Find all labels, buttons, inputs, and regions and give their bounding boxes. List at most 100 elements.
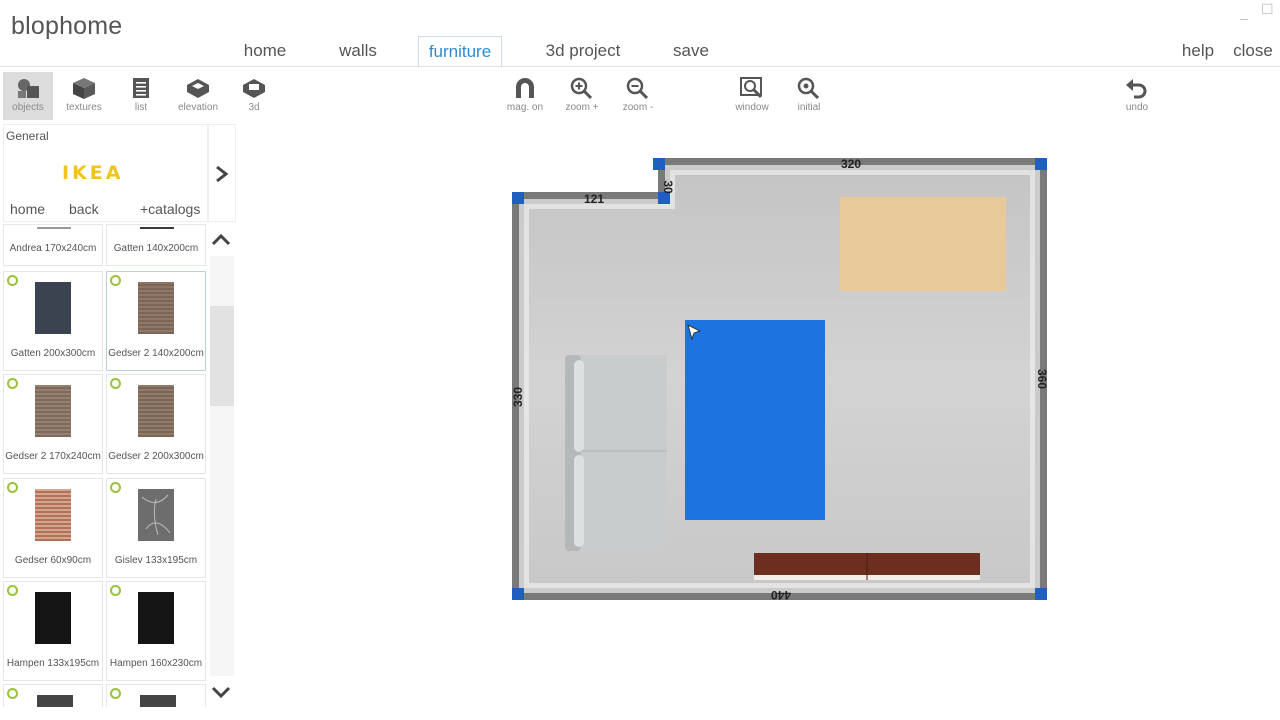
chevron-right-icon	[216, 165, 229, 183]
textures-label: textures	[66, 102, 102, 113]
item-thumbnail	[140, 695, 176, 707]
zoom-initial-icon	[797, 77, 820, 100]
undo-label: undo	[1125, 102, 1149, 113]
catalog-item[interactable]: Gatten 140x200cm	[106, 224, 206, 266]
zoom-window-icon	[740, 77, 763, 99]
objects-button[interactable]: objects	[3, 72, 53, 120]
objects-icon	[18, 79, 39, 98]
3d-button[interactable]: 3d	[229, 72, 279, 120]
minimize-button[interactable]: _	[1240, 4, 1248, 20]
item-thumbnail	[138, 592, 174, 644]
available-dot-icon	[7, 482, 18, 493]
tab-home[interactable]: home	[230, 36, 300, 66]
item-thumbnail	[138, 385, 174, 437]
tab-walls[interactable]: walls	[322, 36, 394, 66]
item-label: Gatten 140x200cm	[113, 243, 199, 254]
catalog-item[interactable]: Gedser 2 200x300cm	[106, 374, 206, 474]
elevation-button[interactable]: elevation	[173, 72, 223, 120]
3d-label: 3d	[248, 102, 260, 113]
zoom-in-label: zoom +	[565, 102, 599, 113]
item-label: Gedser 2 140x200cm	[108, 348, 204, 359]
rug[interactable]	[685, 320, 825, 520]
zoom-out-button[interactable]: zoom -	[613, 72, 663, 120]
magnet-button[interactable]: mag. on	[500, 72, 550, 120]
zoom-in-button[interactable]: zoom +	[557, 72, 607, 120]
elevation-label: elevation	[177, 102, 219, 113]
item-thumbnail	[35, 592, 71, 644]
catalog-item[interactable]: Gatten 200x300cm	[3, 271, 103, 371]
catalog-item[interactable]	[106, 684, 206, 707]
catalog-next-button[interactable]	[208, 124, 236, 222]
scrollbar-thumb[interactable]	[210, 306, 234, 406]
item-thumbnail	[37, 227, 71, 229]
textures-button[interactable]: textures	[59, 72, 109, 120]
undo-button[interactable]: undo	[1112, 72, 1162, 120]
catalog-item[interactable]: Andrea 170x240cm	[3, 224, 103, 266]
floor-plan-canvas[interactable]: 121 30 320 330 360 440	[510, 155, 1055, 605]
available-dot-icon	[110, 688, 121, 699]
table[interactable]	[840, 197, 1006, 291]
catalog-item[interactable]: Hampen 160x230cm	[106, 581, 206, 681]
item-label: Gedser 2 200x300cm	[108, 451, 204, 462]
item-thumbnail	[138, 489, 174, 541]
sofa[interactable]	[565, 355, 667, 551]
item-thumbnail	[140, 227, 174, 229]
available-dot-icon	[110, 275, 121, 286]
dimension-right[interactable]: 360	[1035, 369, 1049, 389]
bench[interactable]	[754, 553, 980, 580]
objects-label: objects	[12, 102, 44, 113]
dimension-notch[interactable]: 30	[661, 180, 675, 194]
dimension-top-left[interactable]: 121	[584, 192, 604, 206]
cube-icon	[73, 78, 95, 99]
zoom-in-icon	[570, 77, 593, 100]
undo-icon	[1126, 79, 1147, 99]
scroll-up-button[interactable]	[208, 224, 234, 254]
item-label: Andrea 170x240cm	[9, 243, 97, 254]
catalog-item[interactable]: Gedser 2 140x200cm	[106, 271, 206, 371]
item-thumbnail	[35, 282, 71, 334]
available-dot-icon	[110, 378, 121, 389]
tab-furniture[interactable]: furniture	[418, 36, 502, 68]
chevron-up-icon	[211, 233, 231, 246]
catalog-item[interactable]	[3, 684, 103, 707]
catalog-back-link[interactable]: back	[69, 201, 99, 217]
catalog-home-link[interactable]: home	[10, 201, 45, 217]
dimension-left[interactable]: 330	[511, 387, 525, 407]
item-label: Gedser 2 170x240cm	[5, 451, 101, 462]
elevation-icon	[187, 79, 209, 98]
3d-icon	[243, 79, 265, 98]
item-label: Gislev 133x195cm	[114, 555, 198, 566]
list-button[interactable]: list	[116, 72, 166, 120]
tab-3d-project[interactable]: 3d project	[534, 36, 632, 66]
item-label: Gedser 60x90cm	[14, 555, 92, 566]
item-thumbnail	[138, 282, 174, 334]
ikea-logo[interactable]: IKEA	[62, 162, 123, 184]
catalog-item[interactable]: Gedser 2 170x240cm	[3, 374, 103, 474]
catalog-item[interactable]: Gislev 133x195cm	[106, 478, 206, 578]
item-thumbnail	[35, 385, 71, 437]
catalog-category: General	[6, 129, 49, 143]
zoom-out-label: zoom -	[622, 102, 654, 113]
maximize-button[interactable]: ☐	[1261, 1, 1274, 18]
available-dot-icon	[7, 275, 18, 286]
available-dot-icon	[7, 585, 18, 596]
scroll-down-button[interactable]	[208, 680, 234, 706]
help-link[interactable]: help	[1170, 36, 1226, 66]
close-link[interactable]: close	[1228, 36, 1278, 66]
catalog-item[interactable]: Gedser 60x90cm	[3, 478, 103, 578]
zoom-window-button[interactable]: window	[727, 72, 777, 120]
item-label: Gatten 200x300cm	[10, 348, 96, 359]
dimension-bottom[interactable]: 440	[771, 588, 791, 602]
available-dot-icon	[110, 482, 121, 493]
tab-save[interactable]: save	[662, 36, 720, 66]
available-dot-icon	[7, 378, 18, 389]
chevron-down-icon	[211, 686, 231, 699]
zoom-out-icon	[626, 77, 649, 100]
add-catalogs-link[interactable]: +catalogs	[140, 201, 200, 217]
list-label: list	[134, 102, 148, 113]
nav-divider	[0, 66, 1280, 67]
zoom-initial-button[interactable]: initial	[784, 72, 834, 120]
catalog-item[interactable]: Hampen 133x195cm	[3, 581, 103, 681]
dimension-top[interactable]: 320	[841, 157, 861, 171]
list-icon	[133, 78, 149, 98]
